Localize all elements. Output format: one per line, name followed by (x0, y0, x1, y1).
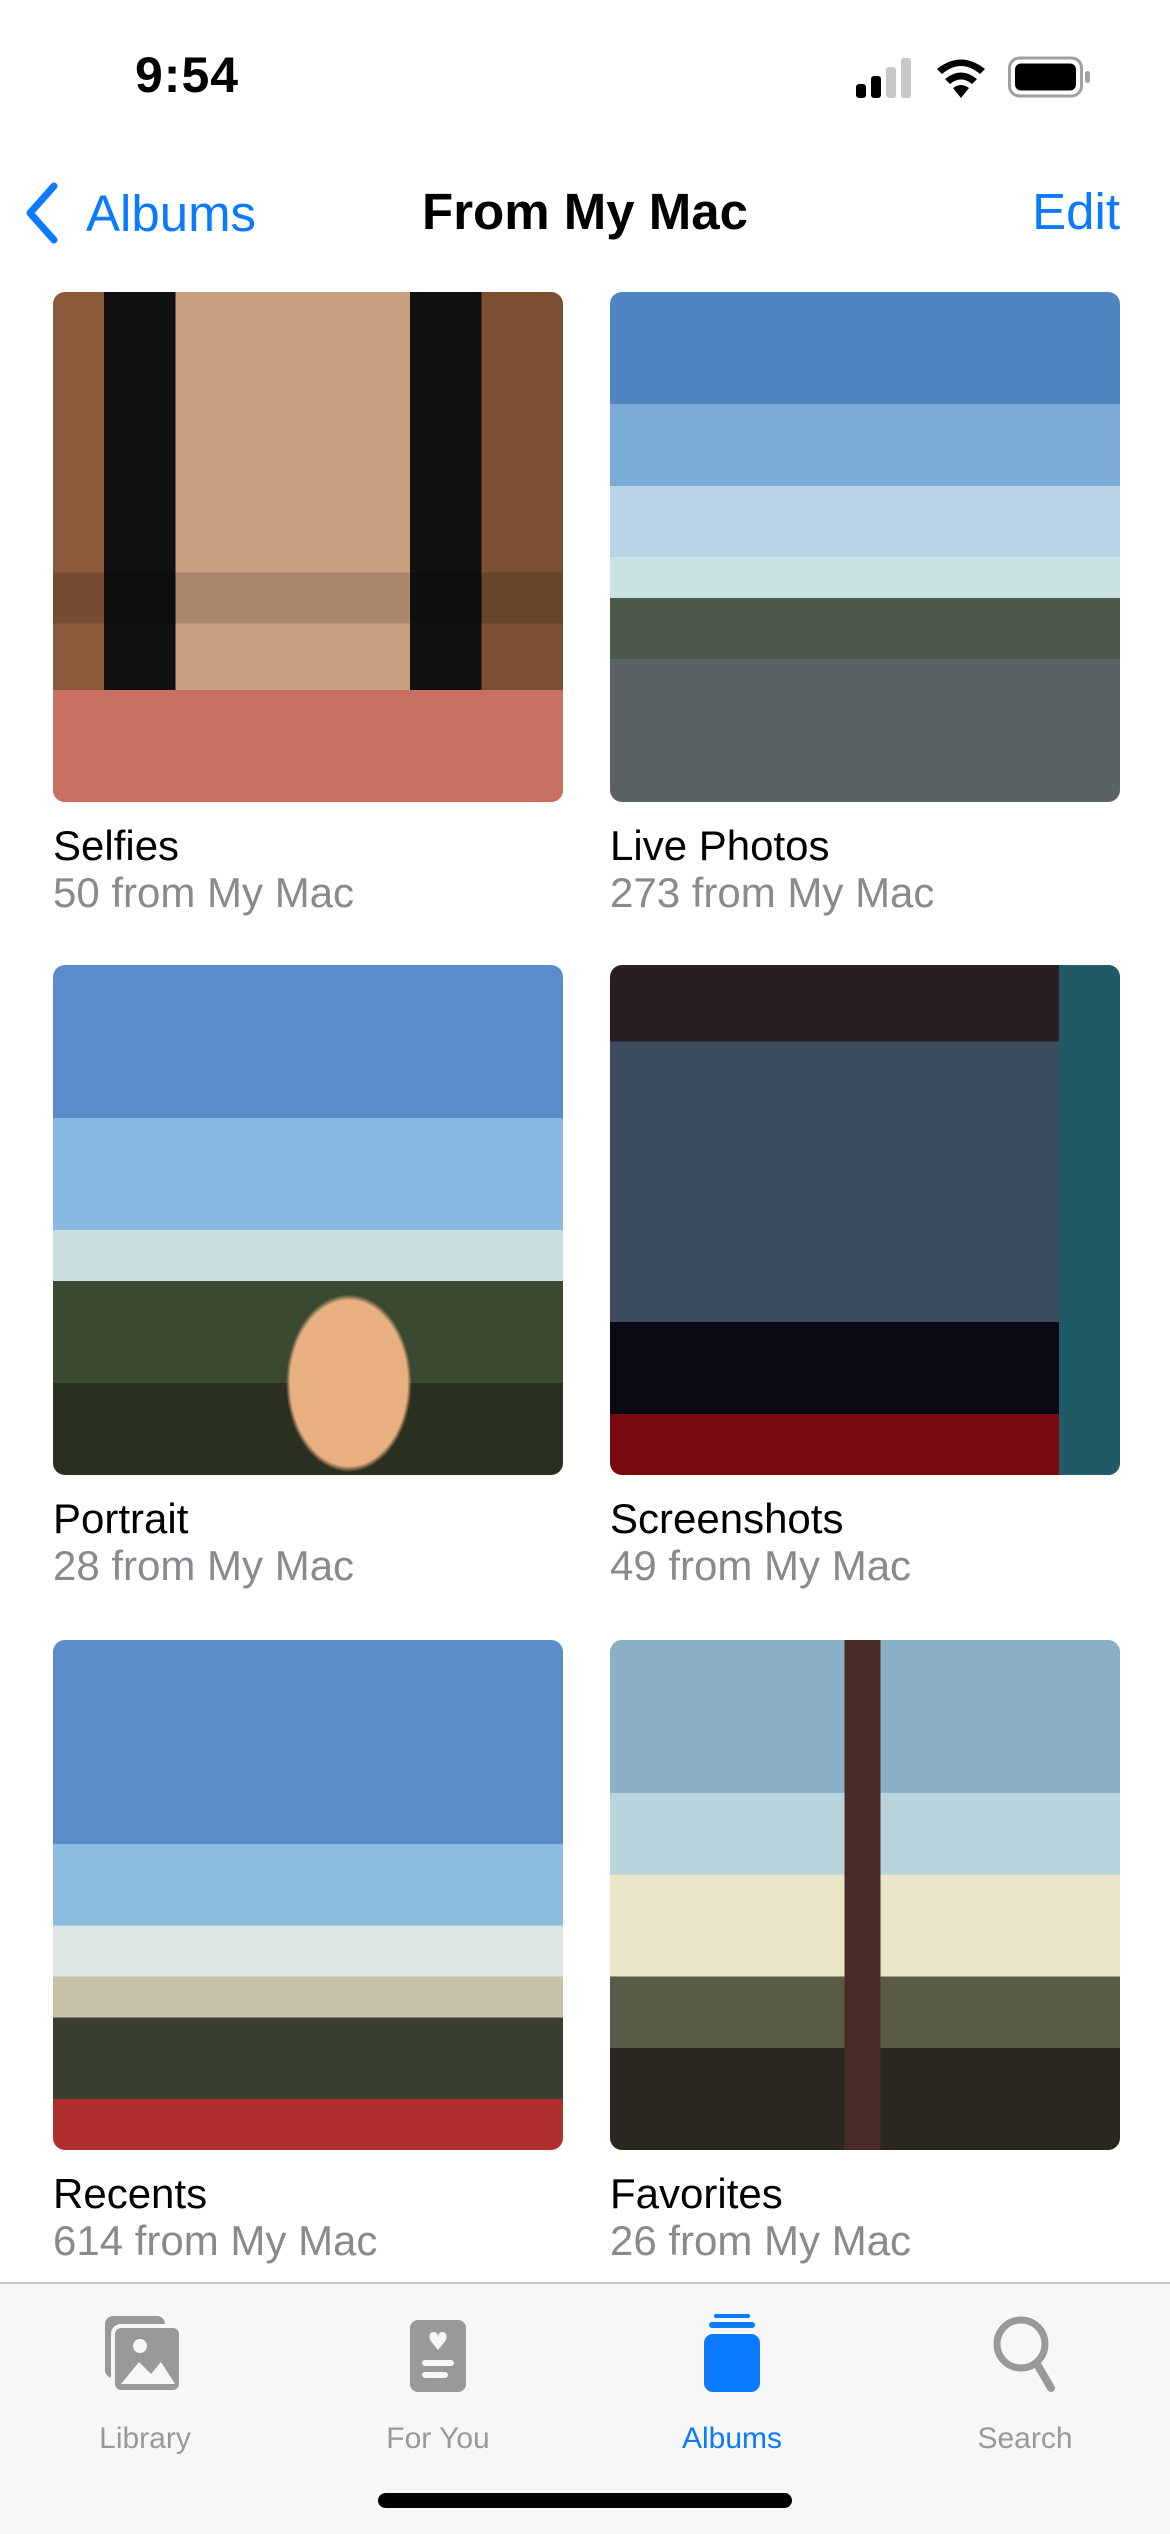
album-count: 614 from My Mac (53, 2217, 378, 2264)
album-favorites[interactable]: Favorites 26 from My Mac (610, 1640, 1120, 2264)
albums-icon (704, 2314, 760, 2392)
album-selfies[interactable]: Selfies 50 from My Mac (53, 292, 563, 916)
navigation-bar: Albums From My Mac Edit (0, 160, 1170, 260)
library-icon (105, 2316, 183, 2394)
tab-albums[interactable]: Albums (632, 2314, 832, 2456)
edit-button[interactable]: Edit (1032, 182, 1120, 241)
album-portrait[interactable]: Portrait 28 from My Mac (53, 965, 563, 1589)
album-name: Live Photos (610, 822, 830, 869)
album-thumbnail[interactable] (53, 1640, 563, 2150)
album-live-photos[interactable]: Live Photos 273 from My Mac (610, 292, 1120, 916)
page-title: From My Mac (422, 183, 748, 240)
album-count: 26 from My Mac (610, 2217, 912, 2264)
tab-search[interactable]: Search (925, 2314, 1125, 2456)
album-name: Portrait (53, 1495, 189, 1542)
album-name: Recents (53, 2170, 208, 2217)
album-count: 28 from My Mac (53, 1542, 355, 1589)
album-name: Favorites (610, 2170, 783, 2217)
tab-label: Library (99, 2422, 191, 2455)
wifi-icon (937, 59, 985, 98)
status-bar: 9:54 (0, 0, 1170, 150)
album-count: 50 from My Mac (53, 869, 355, 916)
album-thumbnail[interactable] (610, 965, 1120, 1475)
album-count: 49 from My Mac (610, 1542, 912, 1589)
tab-for-you[interactable]: For You (338, 2314, 538, 2456)
tab-library[interactable]: Library (45, 2314, 245, 2456)
album-thumbnail[interactable] (610, 1640, 1120, 2150)
for-you-icon (410, 2320, 466, 2392)
home-indicator[interactable] (378, 2493, 792, 2508)
tab-label: For You (386, 2422, 490, 2455)
album-name: Selfies (53, 822, 180, 869)
album-name: Screenshots (610, 1495, 844, 1542)
tab-label: Search (977, 2422, 1073, 2455)
album-thumbnail[interactable] (53, 292, 563, 802)
battery-icon (1008, 56, 1090, 98)
status-time: 9:54 (135, 47, 240, 103)
album-count: 273 from My Mac (610, 869, 935, 916)
search-icon (993, 2316, 1055, 2392)
album-recents[interactable]: Recents 614 from My Mac (53, 1640, 563, 2264)
tab-label: Albums (681, 2422, 783, 2455)
album-thumbnail[interactable] (53, 965, 563, 1475)
cellular-signal-icon (856, 58, 911, 98)
album-screenshots[interactable]: Screenshots 49 from My Mac (610, 965, 1120, 1589)
album-thumbnail[interactable] (610, 292, 1120, 802)
